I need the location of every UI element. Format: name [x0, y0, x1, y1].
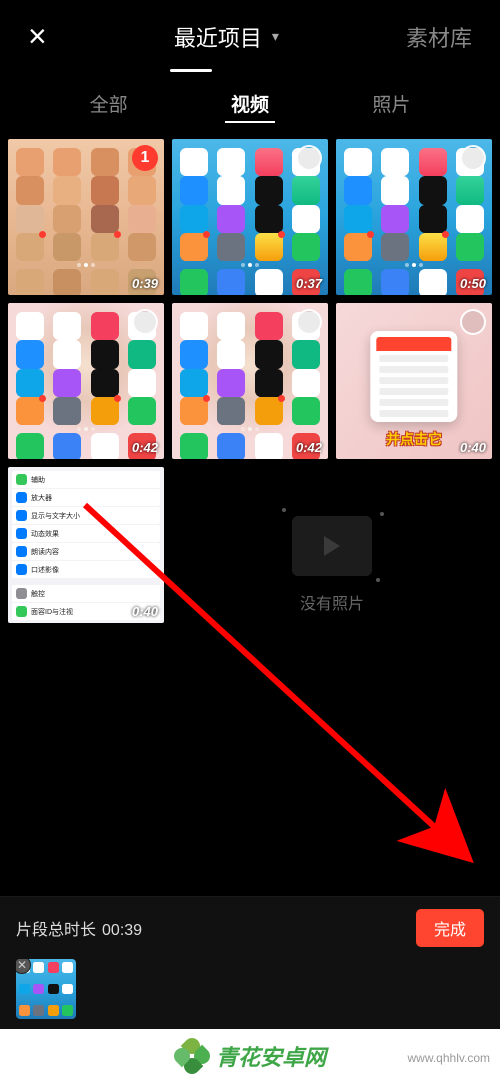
tab-photo[interactable]: 照片: [366, 86, 416, 123]
watermark-url: www.qhhlv.com: [408, 1051, 490, 1065]
select-circle[interactable]: [296, 309, 322, 335]
video-thumb[interactable]: 并点击它 0:40: [336, 303, 492, 459]
select-circle[interactable]: [460, 309, 486, 335]
video-thumb[interactable]: 0:50: [336, 139, 492, 295]
empty-video-icon: [292, 516, 372, 576]
watermark-logo-icon: [174, 1038, 210, 1074]
video-thumb[interactable]: 1 0:39: [8, 139, 164, 295]
duration-label: 0:42: [132, 440, 158, 455]
close-button[interactable]: ×: [28, 18, 47, 55]
empty-state: 没有照片: [172, 467, 492, 623]
duration-label: 0:39: [132, 276, 158, 291]
select-circle[interactable]: [132, 309, 158, 335]
total-duration: 片段总时长00:39: [16, 916, 142, 940]
chevron-down-icon: ▾: [272, 28, 279, 45]
selection-badge: 1: [132, 145, 158, 171]
watermark-text: 青花安卓网: [216, 1040, 326, 1072]
watermark: 青花安卓网 www.qhhlv.com: [0, 1029, 500, 1083]
album-dropdown[interactable]: 最近项目 ▾: [174, 21, 279, 53]
video-thumb[interactable]: 0:37: [172, 139, 328, 295]
video-thumb[interactable]: 辅助 放大器 显示与文字大小 动态效果 朗读内容 口述影像 触控 面容ID与注视…: [8, 467, 164, 623]
duration-label: 0:40: [460, 440, 486, 455]
tab-video[interactable]: 视频: [225, 86, 275, 123]
video-thumb[interactable]: 0:42: [172, 303, 328, 459]
done-button[interactable]: 完成: [416, 909, 484, 947]
tab-all[interactable]: 全部: [84, 86, 134, 123]
dropdown-label: 最近项目: [174, 21, 262, 53]
empty-text: 没有照片: [300, 590, 364, 614]
select-circle[interactable]: [296, 145, 322, 171]
duration-label: 0:42: [296, 440, 322, 455]
video-thumb[interactable]: 0:42: [8, 303, 164, 459]
duration-label: 0:40: [132, 604, 158, 619]
duration-label: 0:37: [296, 276, 322, 291]
duration-label: 0:50: [460, 276, 486, 291]
selected-clip[interactable]: ✕: [16, 959, 76, 1019]
select-circle[interactable]: [460, 145, 486, 171]
library-tab[interactable]: 素材库: [406, 21, 472, 53]
